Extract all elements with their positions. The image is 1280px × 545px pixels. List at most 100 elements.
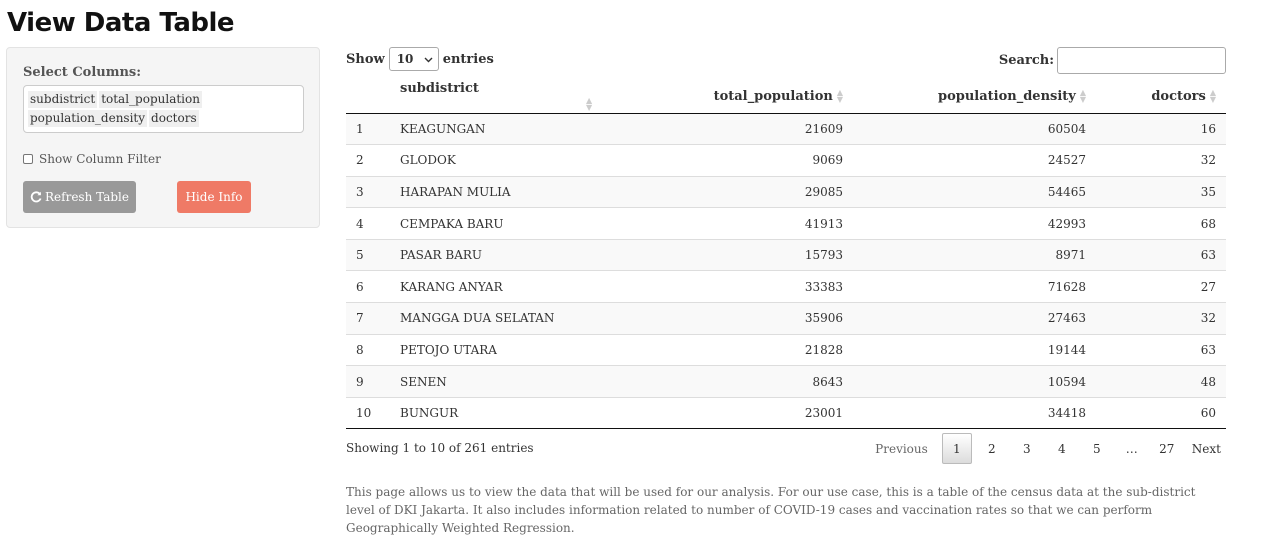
cell-population-density: 60504 [853, 113, 1096, 145]
pagination-page-button[interactable]: 1 [941, 433, 972, 464]
pagination-page-button[interactable]: 27 [1152, 433, 1182, 464]
table-row[interactable]: 1 KEAGUNGAN 21609 60504 16 [346, 113, 1226, 145]
cell-doctors: 68 [1096, 207, 1226, 240]
cell-doctors: 63 [1096, 238, 1226, 271]
cell-population-density: 24527 [853, 144, 1096, 177]
sort-icon: ▲ ▼ [586, 94, 593, 112]
table-info-text: Showing 1 to 10 of 261 entries [346, 441, 534, 455]
cell-doctors: 63 [1096, 333, 1226, 366]
refresh-table-label: Refresh Table [45, 190, 129, 204]
page-title: View Data Table [7, 8, 235, 38]
search-input[interactable] [1057, 47, 1226, 74]
cell-subdistrict: GLODOK [390, 144, 634, 177]
sort-icon: ▲ ▼ [1079, 87, 1086, 105]
row-index: 10 [346, 396, 390, 430]
row-index: 5 [346, 238, 390, 271]
cell-doctors: 48 [1096, 365, 1226, 398]
select-columns-label: Select Columns: [23, 65, 142, 80]
cell-total-population: 33383 [634, 270, 853, 303]
column-header-index[interactable] [346, 80, 390, 114]
row-index: 2 [346, 144, 390, 177]
cell-population-density: 19144 [853, 333, 1096, 366]
entries-length-control: Show 10 entries [346, 47, 494, 71]
table-row[interactable]: 8 PETOJO UTARA 21828 19144 63 [346, 333, 1226, 366]
show-column-filter-option[interactable]: Show Column Filter [23, 152, 161, 166]
row-index: 4 [346, 207, 390, 240]
pagination-page-button[interactable]: 4 [1047, 433, 1077, 464]
cell-total-population: 41913 [634, 207, 853, 240]
cell-doctors: 27 [1096, 270, 1226, 303]
cell-subdistrict: SENEN [390, 365, 634, 398]
cell-total-population: 21609 [634, 113, 853, 145]
page-description: This page allows us to view the data tha… [346, 485, 1196, 535]
table-row[interactable]: 2 GLODOK 9069 24527 32 [346, 144, 1226, 177]
table-row[interactable]: 7 MANGGA DUA SELATAN 35906 27463 32 [346, 302, 1226, 335]
row-index: 9 [346, 365, 390, 398]
cell-population-density: 27463 [853, 302, 1096, 335]
cell-total-population: 15793 [634, 238, 853, 271]
cell-total-population: 8643 [634, 365, 853, 398]
column-chip[interactable]: subdistrict [28, 91, 98, 108]
refresh-icon [30, 191, 42, 203]
cell-subdistrict: MANGGA DUA SELATAN [390, 302, 634, 335]
cell-population-density: 54465 [853, 175, 1096, 208]
row-index: 7 [346, 302, 390, 335]
cell-total-population: 9069 [634, 144, 853, 177]
row-index: 8 [346, 333, 390, 366]
cell-total-population: 23001 [634, 396, 853, 430]
cell-population-density: 71628 [853, 270, 1096, 303]
column-chip[interactable]: total_population [99, 91, 202, 108]
table-row[interactable]: 10 BUNGUR 23001 34418 60 [346, 396, 1226, 430]
cell-subdistrict: HARAPAN MULIA [390, 175, 634, 208]
cell-doctors: 35 [1096, 175, 1226, 208]
row-index: 3 [346, 175, 390, 208]
cell-doctors: 32 [1096, 144, 1226, 177]
cell-subdistrict: PASAR BARU [390, 238, 634, 271]
hide-info-label: Hide Info [185, 190, 243, 204]
table-row[interactable]: 6 KARANG ANYAR 33383 71628 27 [346, 270, 1226, 303]
column-chip[interactable]: doctors [149, 110, 199, 127]
refresh-table-button[interactable]: Refresh Table [23, 181, 136, 213]
cell-population-density: 8971 [853, 238, 1096, 271]
column-header-doctors[interactable]: doctors ▲ ▼ [1096, 80, 1226, 114]
pagination-page-button[interactable]: 5 [1082, 433, 1112, 464]
cell-total-population: 21828 [634, 333, 853, 366]
cell-population-density: 10594 [853, 365, 1096, 398]
column-header-population-density[interactable]: population_density ▲ ▼ [853, 80, 1096, 114]
entries-length-value: 10 [396, 52, 414, 66]
cell-subdistrict: BUNGUR [390, 396, 634, 430]
select-columns-input[interactable]: subdistrict total_population population_d… [23, 85, 304, 133]
pagination-page-button[interactable]: 3 [1012, 433, 1042, 464]
cell-doctors: 16 [1096, 113, 1226, 145]
column-header-total-population[interactable]: total_population ▲ ▼ [634, 80, 853, 114]
search-control: Search: [999, 47, 1226, 74]
cell-subdistrict: KARANG ANYAR [390, 270, 634, 303]
cell-total-population: 29085 [634, 175, 853, 208]
row-index: 6 [346, 270, 390, 303]
table-row[interactable]: 9 SENEN 8643 10594 48 [346, 365, 1226, 398]
hide-info-button[interactable]: Hide Info [177, 181, 251, 213]
table-row[interactable]: 3 HARAPAN MULIA 29085 54465 35 [346, 175, 1226, 208]
pagination-ellipsis: … [1125, 441, 1138, 456]
row-index: 1 [346, 113, 390, 145]
pagination-next-button[interactable]: Next [1187, 433, 1226, 464]
entries-length-select[interactable]: 10 [388, 47, 439, 71]
entries-label: entries [442, 51, 494, 67]
sidebar-panel: Select Columns: subdistrict total_populat… [6, 47, 320, 228]
table-row[interactable]: 5 PASAR BARU 15793 8971 63 [346, 238, 1226, 271]
cell-doctors: 60 [1096, 396, 1226, 430]
table-row[interactable]: 4 CEMPAKA BARU 41913 42993 68 [346, 207, 1226, 240]
table-header-row: subdistrict ▲ ▼ total_population ▲ ▼ popula… [346, 80, 1226, 114]
column-header-subdistrict[interactable]: subdistrict ▲ ▼ [390, 80, 634, 114]
cell-population-density: 34418 [853, 396, 1096, 430]
pagination: Previous 1 2 3 4 5 … 27 Next [865, 433, 1226, 464]
sort-icon: ▲ ▼ [836, 87, 843, 105]
column-chip[interactable]: population_density [28, 110, 148, 127]
show-label: Show [346, 51, 385, 67]
pagination-page-button[interactable]: 2 [977, 433, 1007, 464]
pagination-previous-button[interactable]: Previous [870, 433, 933, 464]
search-label: Search: [998, 53, 1054, 68]
show-column-filter-checkbox[interactable] [23, 154, 33, 164]
cell-doctors: 32 [1096, 302, 1226, 335]
sort-icon: ▲ ▼ [1209, 87, 1216, 105]
